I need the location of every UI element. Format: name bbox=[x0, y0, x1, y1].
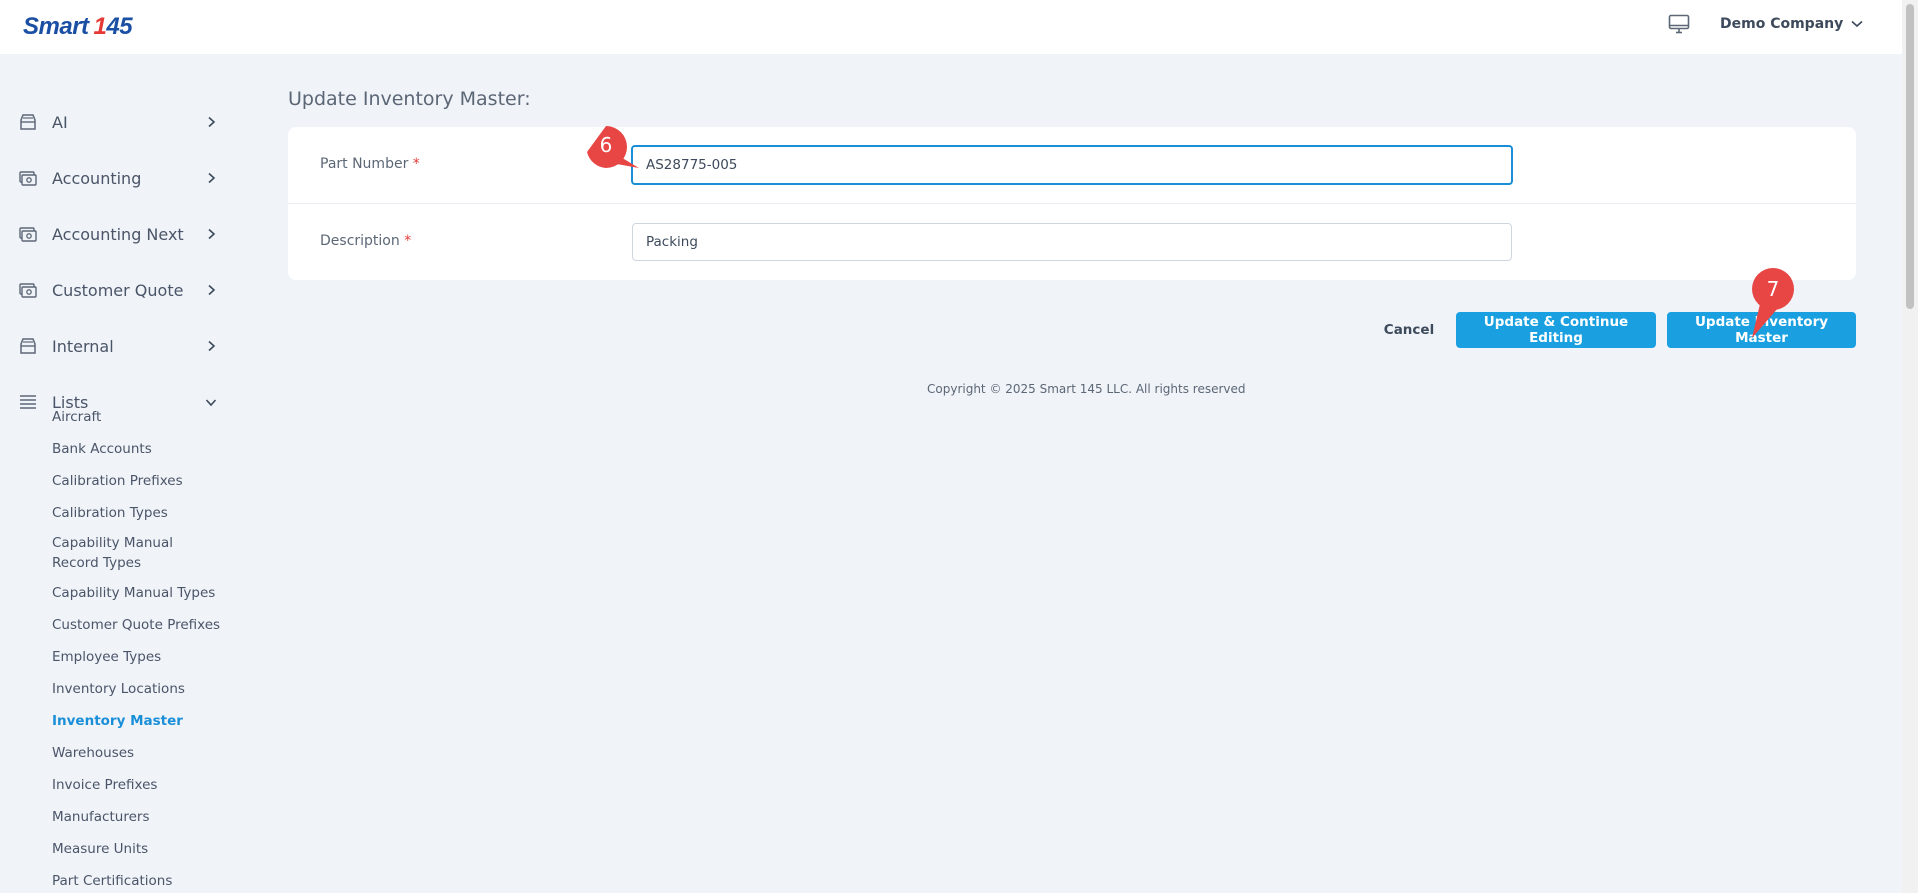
form-card: Part Number * Description * bbox=[288, 127, 1856, 280]
sidebar-item-label: Internal bbox=[52, 336, 114, 356]
monitor-icon[interactable] bbox=[1668, 14, 1690, 34]
money-icon bbox=[19, 283, 37, 298]
sidebar-sub-item-invoice-prefixes[interactable]: Invoice Prefixes bbox=[52, 775, 157, 795]
company-name: Demo Company bbox=[1720, 16, 1844, 32]
sidebar-item-label: Customer Quote bbox=[52, 280, 184, 300]
logo-number: 145 bbox=[93, 13, 133, 40]
part-number-label: Part Number * bbox=[320, 156, 420, 172]
sidebar-sub-item-capability-manual-record-types[interactable]: Capability Manual Record Types bbox=[52, 533, 173, 573]
row-divider bbox=[288, 203, 1856, 204]
cancel-button[interactable]: Cancel bbox=[1378, 312, 1440, 348]
description-label: Description * bbox=[320, 233, 412, 249]
required-asterisk: * bbox=[404, 233, 412, 249]
sidebar-sub-item-warehouses[interactable]: Warehouses bbox=[52, 743, 134, 763]
sidebar-sub-item-inventory-master[interactable]: Inventory Master bbox=[52, 711, 183, 731]
chevron-right-icon bbox=[208, 340, 216, 352]
sidebar-sub-item-employee-types[interactable]: Employee Types bbox=[52, 647, 161, 667]
sub-item-label-line-1: Capability Manual bbox=[52, 535, 173, 551]
company-selector[interactable]: Demo Company bbox=[1720, 16, 1863, 32]
step-marker-7: 7 bbox=[1750, 268, 1796, 338]
logo-text: Smart bbox=[23, 13, 89, 40]
list-icon bbox=[20, 395, 36, 409]
top-bar: Smart 145 Demo Company bbox=[0, 0, 1902, 54]
chevron-right-icon bbox=[208, 116, 216, 128]
sidebar-item-internal[interactable]: Internal bbox=[0, 326, 240, 366]
scrollbar-thumb[interactable] bbox=[1906, 4, 1914, 309]
chevron-right-icon bbox=[208, 172, 216, 184]
sidebar-item-lists[interactable]: Lists bbox=[0, 382, 240, 422]
sidebar-sub-item-customer-quote-prefixes[interactable]: Customer Quote Prefixes bbox=[52, 615, 220, 635]
marker-number: 7 bbox=[1766, 277, 1780, 301]
chevron-right-icon bbox=[208, 284, 216, 296]
sidebar-sub-item-capability-manual-types[interactable]: Capability Manual Types bbox=[52, 583, 215, 603]
description-input[interactable] bbox=[632, 223, 1512, 261]
sidebar-sub-item-inventory-locations[interactable]: Inventory Locations bbox=[52, 679, 185, 699]
sidebar-item-label: Accounting bbox=[52, 168, 142, 188]
money-icon bbox=[19, 227, 37, 242]
sub-item-label-line-2: Record Types bbox=[52, 555, 141, 571]
chevron-down-icon bbox=[1851, 20, 1863, 28]
sidebar-sub-item-aircraft[interactable]: Aircraft bbox=[52, 407, 101, 427]
sidebar-sub-item-bank-accounts[interactable]: Bank Accounts bbox=[52, 439, 152, 459]
archive-icon bbox=[20, 114, 36, 130]
sidebar: AI Accounting Accounting Next Customer Q… bbox=[0, 54, 240, 893]
vertical-scrollbar[interactable] bbox=[1902, 0, 1918, 893]
update-continue-button[interactable]: Update & Continue Editing bbox=[1456, 312, 1656, 348]
chevron-right-icon bbox=[208, 228, 216, 240]
sidebar-item-ai[interactable]: AI bbox=[0, 102, 240, 142]
smart145-logo[interactable]: Smart 145 bbox=[23, 12, 133, 42]
chevron-down-icon bbox=[205, 399, 217, 407]
sidebar-sub-item-calibration-prefixes[interactable]: Calibration Prefixes bbox=[52, 471, 183, 491]
copyright-text: Copyright © 2025 Smart 145 LLC. All righ… bbox=[927, 382, 1246, 396]
step-marker-6: 6 bbox=[583, 124, 639, 170]
sidebar-sub-item-part-certifications[interactable]: Part Certifications bbox=[52, 871, 172, 891]
sidebar-sub-item-measure-units[interactable]: Measure Units bbox=[52, 839, 148, 859]
sidebar-sub-item-manufacturers[interactable]: Manufacturers bbox=[52, 807, 149, 827]
sidebar-item-label: AI bbox=[52, 112, 68, 132]
money-icon bbox=[19, 171, 37, 186]
sidebar-item-accounting-next[interactable]: Accounting Next bbox=[0, 214, 240, 254]
sidebar-item-customer-quote[interactable]: Customer Quote bbox=[0, 270, 240, 310]
part-number-input[interactable] bbox=[631, 145, 1513, 185]
page-title: Update Inventory Master: bbox=[288, 88, 531, 110]
archive-icon bbox=[20, 338, 36, 354]
sidebar-sub-item-calibration-types[interactable]: Calibration Types bbox=[52, 503, 168, 523]
marker-number: 6 bbox=[599, 133, 613, 157]
header-right: Demo Company bbox=[1668, 14, 1863, 34]
sidebar-item-label: Accounting Next bbox=[52, 224, 184, 244]
required-asterisk: * bbox=[412, 156, 420, 172]
sidebar-item-accounting[interactable]: Accounting bbox=[0, 158, 240, 198]
